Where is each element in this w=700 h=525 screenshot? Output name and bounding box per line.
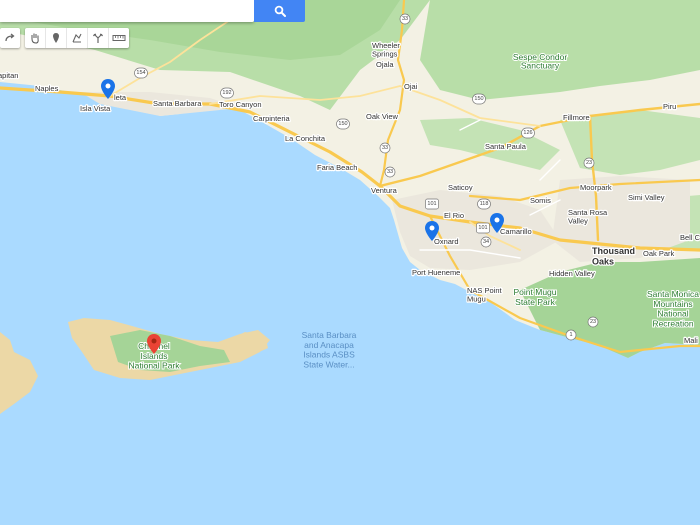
place-label-capitan: apitan xyxy=(0,71,18,80)
route-number: 192 xyxy=(222,90,231,96)
route-number: 23 xyxy=(590,319,596,325)
directions-icon xyxy=(93,33,103,43)
place-label-piru: Piru xyxy=(663,102,676,111)
place-label-toro-canyon: Toro Canyon xyxy=(219,100,262,109)
draw-line-button[interactable] xyxy=(67,28,88,48)
place-label-isla-vista: Isla Vista xyxy=(80,104,111,113)
redo-button[interactable] xyxy=(0,28,20,48)
place-label-oak-view: Oak View xyxy=(366,112,399,121)
place-label-simi-valley: Simi Valley xyxy=(628,193,665,202)
place-label-ojala: Ojala xyxy=(376,60,394,69)
route-number: 118 xyxy=(480,201,489,207)
place-label-santa-barbara: Santa Barbara xyxy=(153,99,202,108)
route-shield-192: 192 xyxy=(220,87,234,99)
route-shield-23: 23 xyxy=(587,316,599,328)
place-label-hidden-valley: Hidden Valley xyxy=(549,269,595,278)
add-marker-icon xyxy=(53,33,59,43)
draw-line-icon xyxy=(72,33,82,43)
route-number: 101 xyxy=(478,225,487,231)
place-label-ojai: Ojai xyxy=(404,82,418,91)
route-shield-154: 154 xyxy=(134,67,148,79)
place-label-fillmore: Fillmore xyxy=(563,113,590,122)
route-number: 101 xyxy=(427,201,436,207)
marker-goleta[interactable] xyxy=(101,79,115,99)
place-label-port-hueneme: Port Hueneme xyxy=(412,268,460,277)
marker-channel-islands[interactable] xyxy=(147,334,161,354)
route-number: 34 xyxy=(483,239,489,245)
place-label-saticoy: Saticoy xyxy=(448,183,473,192)
place-label-wheeler-springs: Wheeler Springs xyxy=(372,41,400,59)
map-toolbar xyxy=(0,28,134,48)
tools-group xyxy=(25,28,129,48)
route-shield-34: 34 xyxy=(480,236,492,248)
place-label-naples: Naples xyxy=(35,84,59,93)
marker-oxnard[interactable] xyxy=(425,221,439,241)
directions-button[interactable] xyxy=(88,28,109,48)
hand-pan-icon xyxy=(31,33,39,44)
add-marker-button[interactable] xyxy=(46,28,67,48)
pan-button[interactable] xyxy=(25,28,46,48)
measure-button[interactable] xyxy=(109,28,129,48)
place-label-la-conchita: La Conchita xyxy=(285,134,326,143)
redo-icon xyxy=(5,33,15,42)
route-number: 1 xyxy=(569,332,572,338)
route-shield-1: 1 xyxy=(565,329,577,341)
route-number: 150 xyxy=(338,121,347,127)
place-label-carpinteria: Carpinteria xyxy=(253,114,291,123)
route-shield-33: 33 xyxy=(379,142,391,154)
place-label-ventura: Ventura xyxy=(371,186,398,195)
route-number: 33 xyxy=(382,145,388,151)
place-label-asbs: Santa Barbara and Anacapa Islands ASBS Stat… xyxy=(302,330,357,369)
search-input[interactable] xyxy=(6,0,250,22)
place-label-santa-paula: Santa Paula xyxy=(485,142,527,151)
search-icon xyxy=(274,5,286,17)
place-label-mali: Mali xyxy=(684,336,698,345)
place-label-goleta: leta xyxy=(114,93,127,102)
route-shield-118: 118 xyxy=(477,198,491,210)
search-button[interactable] xyxy=(254,0,305,22)
route-shield-150: 150 xyxy=(472,93,486,105)
history-group xyxy=(0,28,20,48)
route-number: 150 xyxy=(474,96,483,102)
search-box xyxy=(0,0,254,22)
marker-camarillo[interactable] xyxy=(490,213,504,233)
route-shield-101: 101 xyxy=(425,198,439,210)
route-number: 154 xyxy=(136,70,145,76)
route-shield-126: 126 xyxy=(521,127,535,139)
place-label-camarillo: Camarillo xyxy=(500,227,532,236)
route-number: 33 xyxy=(402,16,408,22)
place-label-somis: Somis xyxy=(530,196,551,205)
place-label-point-mugu-park: Point Mugu State Park xyxy=(514,287,557,307)
route-shield-150: 150 xyxy=(336,118,350,130)
route-number: 23 xyxy=(586,160,592,166)
place-label-moorpark: Moorpark xyxy=(580,183,612,192)
measure-ruler-icon xyxy=(112,35,126,41)
place-label-faria-beach: Faria Beach xyxy=(317,163,357,172)
route-shield-33: 33 xyxy=(399,13,411,25)
place-label-santa-monica-mtns: Santa Monica Mountains National Recreation xyxy=(647,289,699,328)
route-shield-101: 101 xyxy=(476,222,490,234)
route-shield-23: 23 xyxy=(583,157,595,169)
route-number: 33 xyxy=(387,169,393,175)
place-label-oak-park: Oak Park xyxy=(643,249,675,258)
place-label-bell-c: Bell C xyxy=(680,233,700,242)
route-shield-33: 33 xyxy=(384,166,396,178)
route-number: 126 xyxy=(523,130,532,136)
place-label-el-rio: El Rio xyxy=(444,211,464,220)
